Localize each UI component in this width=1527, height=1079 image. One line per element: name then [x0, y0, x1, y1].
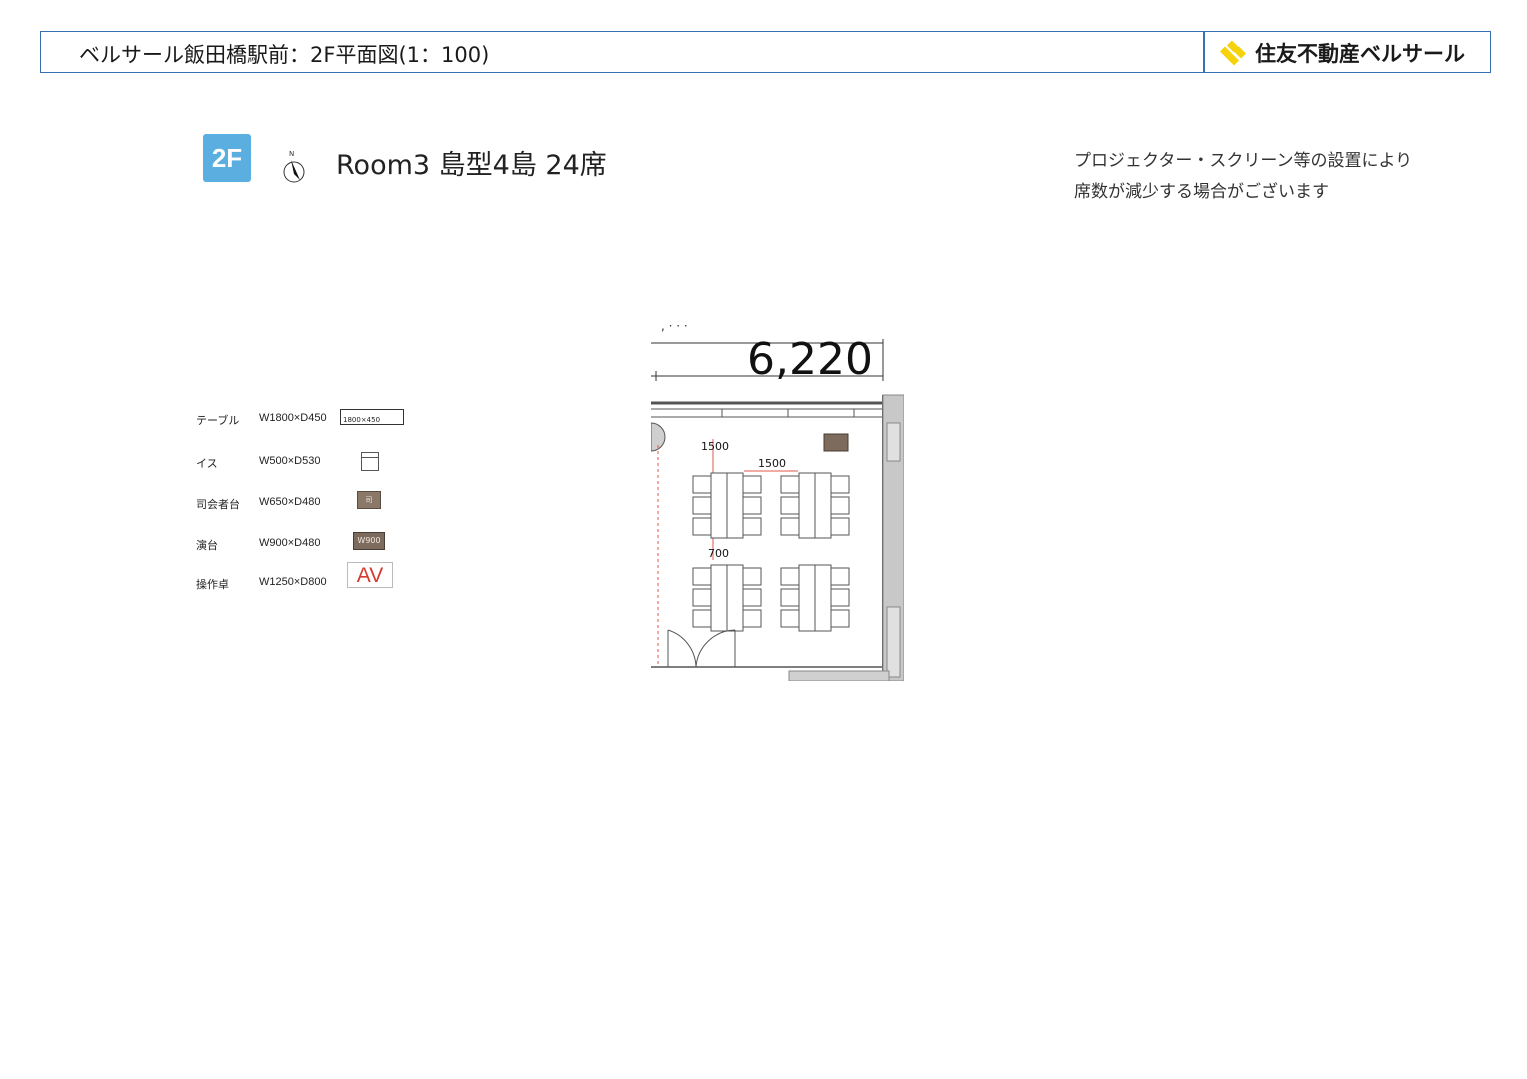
spacing-label-row: 700	[708, 547, 729, 560]
top-cut-mark: , · · ·	[661, 325, 688, 333]
mc-stand-symbol-icon: 司	[357, 491, 381, 509]
table-island	[692, 564, 762, 632]
podium-symbol-icon: W900	[353, 532, 385, 550]
width-dimension: 6,220	[747, 334, 873, 385]
seating-note: プロジェクター・スクリーン等の設置により 席数が減少する場合がございます	[1074, 146, 1412, 208]
legend-name: テーブル	[196, 414, 240, 427]
table-island	[780, 564, 850, 632]
note-line-2: 席数が減少する場合がございます	[1074, 182, 1329, 202]
legend-dims: W1250×D800	[259, 576, 327, 588]
brand-logo: 住友不動産ベルサール	[1217, 39, 1465, 67]
spacing-label-v: 1500	[701, 440, 729, 453]
floor-badge: 2F	[203, 134, 251, 182]
note-line-1: プロジェクター・スクリーン等の設置により	[1074, 151, 1413, 171]
legend-dims: W500×D530	[259, 455, 321, 467]
av-console-symbol-icon: AV	[347, 562, 393, 588]
chair-symbol-icon	[361, 452, 379, 471]
legend-dims: W900×D480	[259, 537, 321, 549]
legend-dims: W650×D480	[259, 496, 321, 508]
legend-dims: W1800×D450	[259, 412, 327, 424]
sumitomo-logo-icon	[1219, 40, 1247, 66]
table-island	[692, 472, 762, 539]
legend-name: 演台	[196, 539, 218, 552]
room-title: Room3 島型4島 24席	[336, 150, 607, 181]
table-symbol-icon: 1800×450	[340, 409, 404, 425]
legend-name: イス	[196, 457, 218, 470]
door-icon	[667, 629, 736, 668]
compass-label: N	[289, 150, 294, 158]
brand-name: 住友不動産ベルサール	[1255, 42, 1465, 66]
page-title: ベルサール飯田橋駅前：2F平面図(1：100)	[79, 43, 490, 67]
podium-mark	[823, 433, 849, 452]
table-island	[780, 472, 850, 539]
north-arrow-icon: N	[282, 150, 310, 190]
legend-name: 操作卓	[196, 578, 229, 591]
header-divider	[1203, 32, 1205, 72]
floor-plan: 6,220 , · · · 1500 1500 700	[651, 325, 904, 681]
header-bar: ベルサール飯田橋駅前：2F平面図(1：100) 住友不動産ベルサール	[40, 31, 1491, 73]
legend-name: 司会者台	[196, 498, 240, 511]
spacing-label-h: 1500	[758, 457, 786, 470]
